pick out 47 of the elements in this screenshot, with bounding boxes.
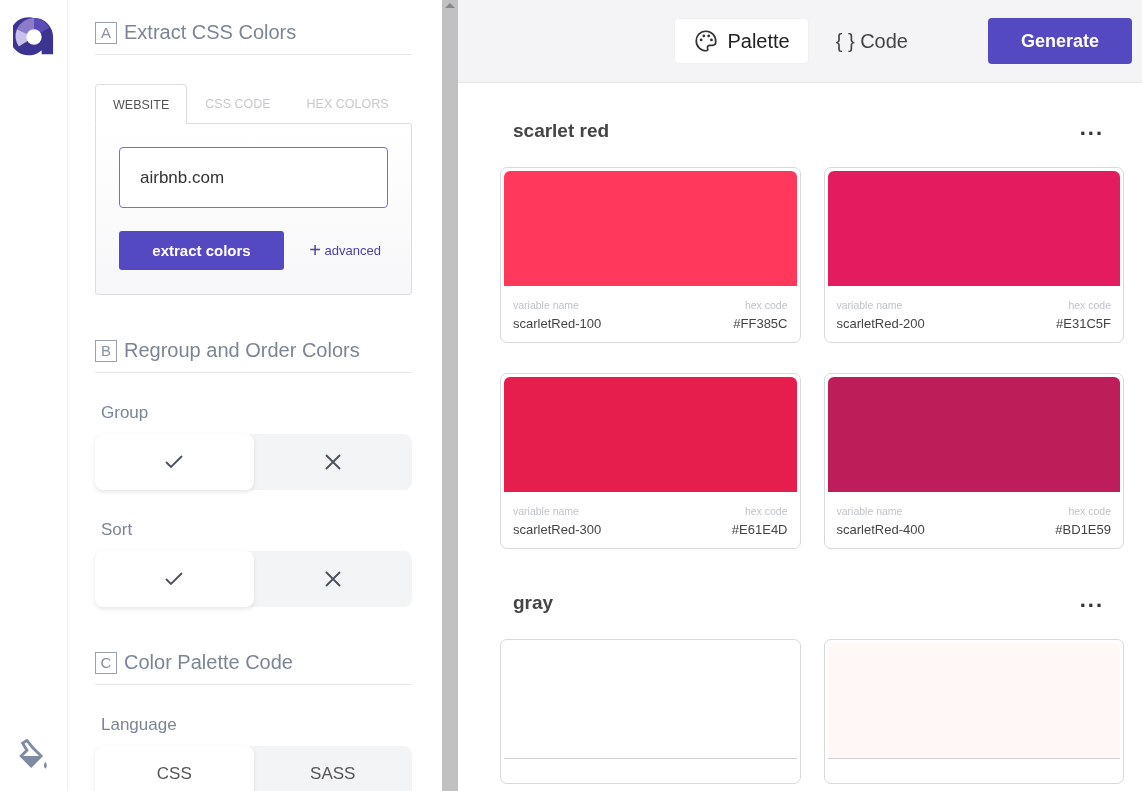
section-title: Extract CSS Colors: [124, 21, 297, 44]
group-title: gray: [513, 592, 554, 614]
field-label: variable name: [513, 299, 579, 311]
field-label: variable name: [836, 299, 903, 311]
section-letter: B: [95, 339, 117, 362]
section-title: Color Palette Code: [124, 651, 293, 674]
field-label: variable name: [836, 505, 903, 517]
source-tab[interactable]: WEBSITE: [95, 84, 188, 124]
palette-icon: [693, 28, 720, 54]
option-label: Language: [101, 715, 178, 735]
variable-name: scarletRed-400: [836, 522, 925, 537]
color-card[interactable]: [823, 639, 1124, 784]
section-letter: C: [95, 651, 117, 674]
more-menu[interactable]: ...: [1073, 115, 1110, 147]
field-label: hex code: [744, 299, 788, 311]
hex-code: #BD1E59: [1055, 522, 1111, 537]
group-title: scarlet red: [513, 120, 610, 142]
field-label: variable name: [513, 505, 579, 517]
field-label: hex code: [744, 505, 788, 517]
variable-name: scarletRed-100: [513, 316, 602, 331]
extract-button[interactable]: extract colors: [119, 231, 284, 270]
variable-name: scarletRed-300: [513, 522, 602, 537]
field-label: hex code: [1068, 299, 1111, 311]
yes-option[interactable]: [95, 434, 254, 490]
more-menu[interactable]: ...: [1073, 587, 1110, 619]
color-card[interactable]: [500, 639, 801, 784]
url-field[interactable]: airbnb.com: [119, 147, 388, 208]
language-option[interactable]: SASS: [253, 746, 412, 791]
yes-option[interactable]: [95, 551, 254, 607]
view-tab[interactable]: { } Code: [817, 19, 926, 63]
variable-name: scarletRed-200: [836, 316, 925, 331]
hex-code: #E61E4D: [731, 522, 788, 537]
hex-code: #E31C5F: [1056, 316, 1111, 331]
option-label: Sort: [101, 520, 134, 540]
section-letter: A: [95, 21, 117, 44]
color-card[interactable]: variable name hex code scarletRed-300 #E61E4D: [500, 373, 801, 549]
hex-code: #FF385C: [733, 316, 788, 331]
view-tab[interactable]: Palette: [675, 19, 808, 63]
option-label: Group: [101, 403, 150, 423]
color-card[interactable]: variable name hex code scarletRed-400 #BD1E59: [823, 373, 1124, 549]
language-option[interactable]: CSS: [95, 746, 254, 791]
color-card[interactable]: variable name hex code scarletRed-200 #E31C5F: [823, 167, 1124, 343]
section-title: Regroup and Order Colors: [124, 339, 360, 362]
field-label: hex code: [1068, 505, 1111, 517]
generate-button[interactable]: Generate: [988, 18, 1132, 64]
logo-icon[interactable]: [12, 16, 55, 58]
color-card[interactable]: variable name hex code scarletRed-100 #FF385C: [500, 167, 801, 343]
